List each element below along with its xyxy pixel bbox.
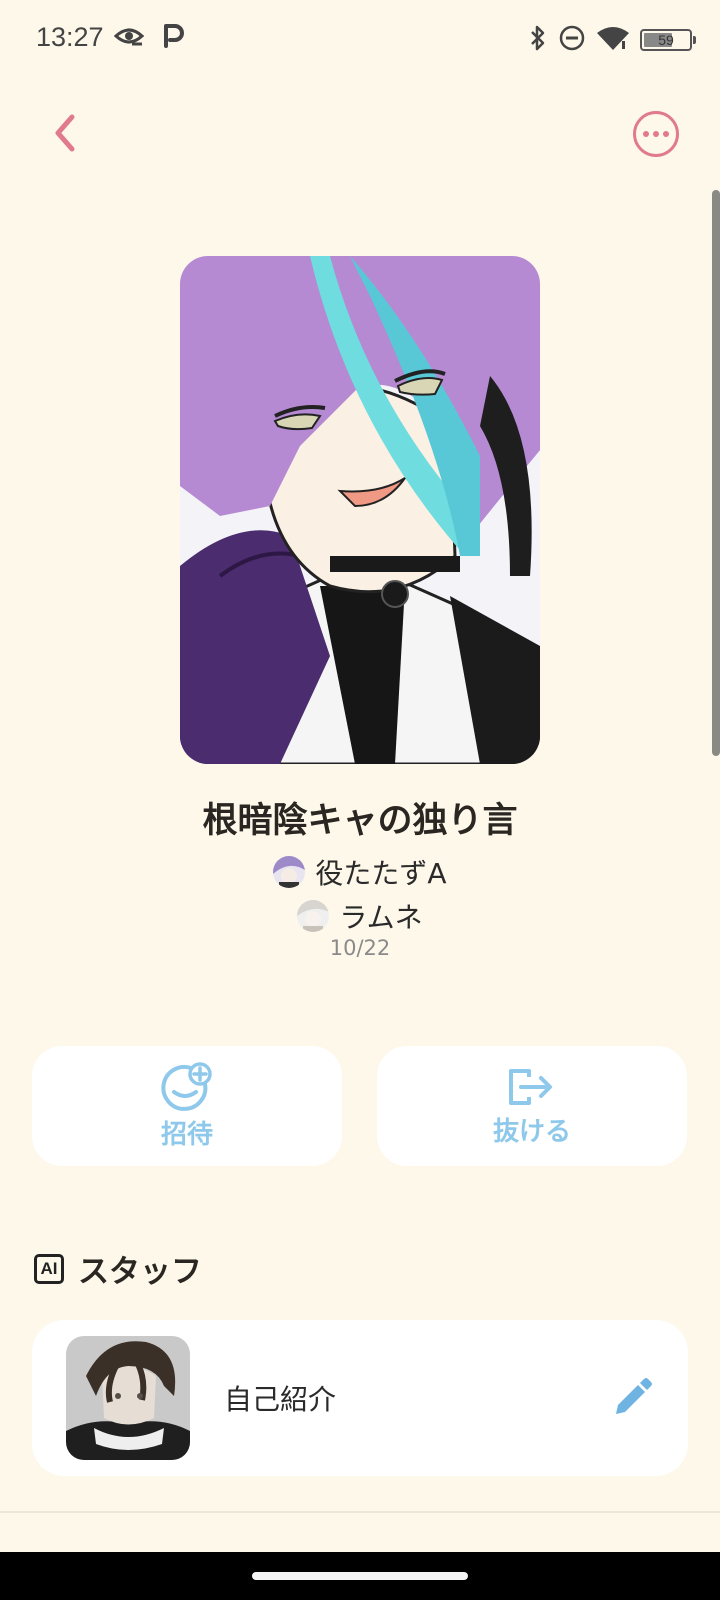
home-gesture-bar[interactable] [252, 1572, 468, 1580]
member-item[interactable]: ラムネ [0, 896, 720, 936]
exit-icon [509, 1068, 552, 1105]
leave-label: 抜ける [492, 1116, 571, 1147]
leave-button[interactable]: 抜ける [377, 1046, 687, 1166]
room-cover-image [180, 256, 540, 764]
eye-icon [113, 24, 145, 52]
status-time: 13:27 [36, 22, 104, 52]
back-button[interactable] [40, 108, 90, 158]
do-not-disturb-icon [558, 24, 586, 56]
invite-button[interactable]: 招待 [32, 1046, 342, 1166]
invite-icon [161, 1061, 212, 1111]
member-avatar [273, 856, 306, 888]
pencil-icon [616, 1378, 652, 1414]
staff-avatar [66, 1336, 190, 1460]
battery-level: 59 [658, 32, 674, 48]
staff-card[interactable]: 自己紹介 [32, 1320, 688, 1476]
member-avatar [297, 900, 330, 932]
staff-section-header: AI スタッフ [34, 1246, 202, 1291]
room-title: 根暗陰キャの独り言 [202, 801, 518, 841]
more-dots-icon [633, 111, 679, 157]
status-bar: 13:27 59 [0, 0, 720, 80]
wifi-icon [596, 25, 630, 55]
chevron-left-icon [55, 114, 75, 152]
p-app-icon [162, 22, 186, 52]
bluetooth-icon [528, 24, 548, 56]
member-item[interactable]: 役たたずA [0, 852, 720, 892]
member-name: ラムネ [339, 901, 423, 934]
room-date: 10/22 [329, 936, 391, 960]
divider [0, 1511, 720, 1513]
battery-icon: 59 [640, 29, 696, 51]
staff-title: スタッフ [78, 1254, 202, 1290]
ai-badge-icon: AI [34, 1253, 64, 1284]
staff-intro-label: 自己紹介 [224, 1383, 337, 1416]
scrollbar[interactable] [712, 190, 720, 756]
more-options-button[interactable] [632, 110, 680, 158]
edit-button[interactable] [610, 1376, 654, 1420]
member-name: 役たたずA [315, 857, 447, 890]
invite-label: 招待 [160, 1119, 213, 1150]
